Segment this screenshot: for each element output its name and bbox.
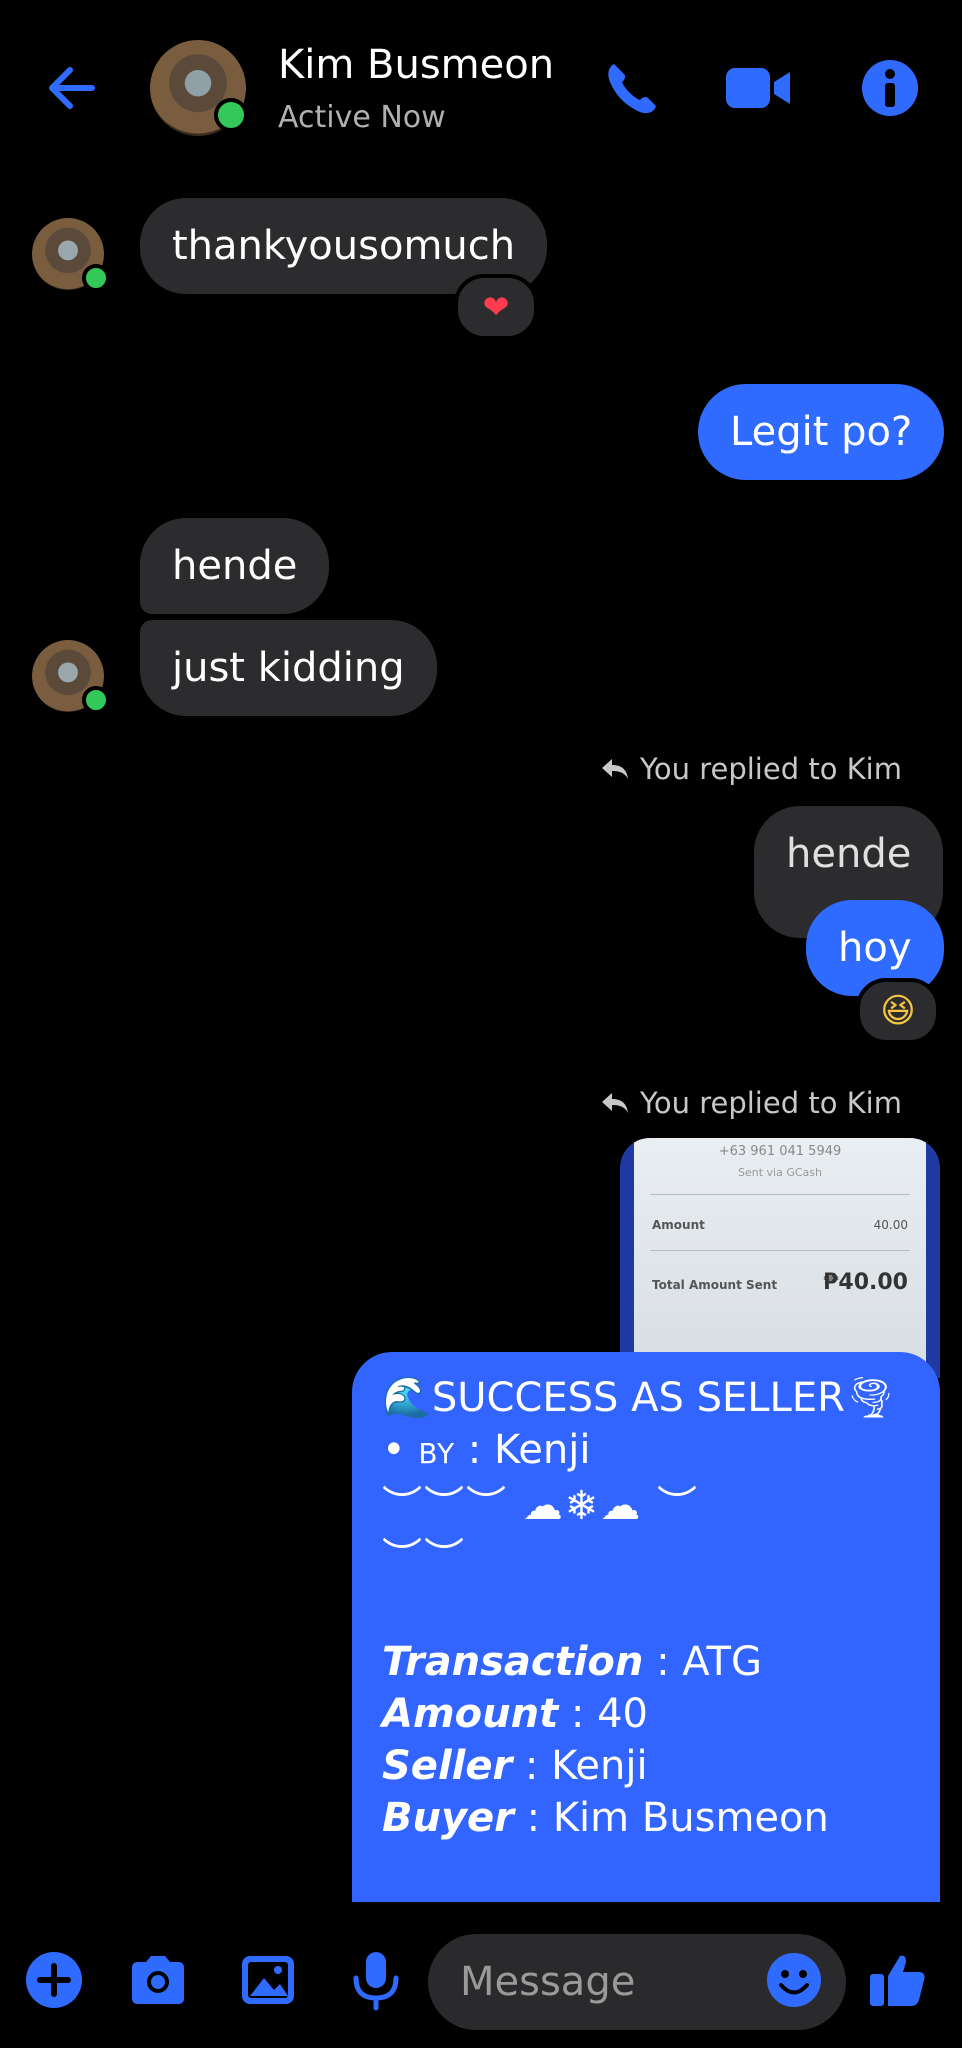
contact-avatar[interactable]: [150, 40, 248, 136]
transaction-value: : ATG: [643, 1639, 762, 1685]
seller-label: Seller: [382, 1743, 513, 1789]
phone-icon: [608, 64, 656, 114]
card-by-line: • BY : Kenji: [382, 1424, 910, 1480]
voice-message-button[interactable]: [344, 1948, 408, 2012]
card-decoration: ︶︶︶ ☁❄☁ ︶: [382, 1483, 699, 1529]
reply-label: You replied to Kim: [600, 1086, 902, 1120]
gallery-icon: [242, 1956, 294, 2004]
contact-status: Active Now: [278, 100, 446, 135]
card-by-value: : Kenji: [455, 1427, 591, 1473]
reply-label: You replied to Kim: [600, 752, 902, 786]
card-by-label: BY: [418, 1437, 456, 1470]
wave-emoji: 🌊: [382, 1375, 432, 1421]
card-transaction-line: Transaction : ATG: [382, 1636, 910, 1688]
seller-value: : Kenji: [512, 1743, 648, 1789]
transaction-label: Transaction: [382, 1639, 644, 1685]
divider: [650, 1194, 910, 1195]
online-indicator: [82, 686, 110, 714]
card-title: SUCCESS AS SELLER: [431, 1375, 845, 1421]
divider: [650, 1250, 910, 1251]
reply-label-text: You replied to Kim: [640, 752, 902, 786]
receipt-total-value: ₱40.00: [823, 1270, 908, 1295]
message-bubble-outgoing[interactable]: Legit po?: [698, 384, 945, 480]
info-button[interactable]: [858, 56, 922, 120]
video-icon: [726, 68, 790, 108]
buyer-value: : Kim Busmeon: [513, 1795, 829, 1841]
reply-icon: [602, 759, 628, 779]
tornado-emoji: 🌪: [844, 1375, 896, 1421]
contact-name[interactable]: Kim Busmeon: [278, 42, 554, 88]
quoted-image[interactable]: +63 961 041 5949 Sent via GCash Amount 4…: [620, 1138, 940, 1378]
contact-avatar-small[interactable]: [32, 218, 110, 292]
receipt-amount-label: Amount: [652, 1218, 705, 1232]
contact-avatar-small[interactable]: [32, 640, 110, 714]
camera-button[interactable]: [126, 1948, 190, 2012]
plus-icon: [26, 1952, 82, 2008]
amount-label: Amount: [382, 1691, 559, 1737]
amount-value: : 40: [558, 1691, 649, 1737]
emoji-button[interactable]: [764, 1950, 824, 2010]
heart-reaction[interactable]: ❤: [454, 274, 538, 340]
video-call-button[interactable]: [724, 56, 790, 120]
online-indicator: [214, 98, 248, 132]
more-actions-button[interactable]: [22, 1948, 86, 2012]
emoji-icon: [767, 1953, 821, 2007]
card-buyer-line: Buyer : Kim Busmeon: [382, 1792, 910, 1844]
like-button[interactable]: [866, 1948, 930, 2012]
reply-icon: [602, 1093, 628, 1113]
message-bubble-incoming[interactable]: just kidding: [140, 620, 437, 716]
receipt-sent-via: Sent via GCash: [738, 1166, 822, 1179]
reply-label-text: You replied to Kim: [640, 1086, 902, 1120]
back-button[interactable]: [40, 58, 110, 118]
laugh-reaction[interactable]: 😆: [856, 978, 940, 1044]
gallery-button[interactable]: [236, 1948, 300, 2012]
message-bubble-incoming[interactable]: hende: [140, 518, 330, 614]
info-icon: [862, 60, 918, 116]
receipt-amount-value: 40.00: [873, 1218, 908, 1232]
online-indicator: [82, 264, 110, 292]
buyer-label: Buyer: [382, 1795, 514, 1841]
seller-card-message[interactable]: 🌊SUCCESS AS SELLER🌪 • BY : Kenji ︶︶︶ ☁❄☁…: [352, 1352, 940, 1902]
call-button[interactable]: [600, 56, 664, 120]
thumbs-up-icon: [870, 1955, 925, 2006]
receipt-phone: +63 961 041 5949: [718, 1144, 842, 1159]
receipt-screenshot: +63 961 041 5949 Sent via GCash Amount 4…: [634, 1138, 926, 1378]
bullet: •: [382, 1427, 419, 1473]
back-arrow-icon: [49, 67, 95, 109]
card-amount-line: Amount : 40: [382, 1688, 910, 1740]
card-decoration: ︶︶: [382, 1535, 466, 1581]
card-seller-line: Seller : Kenji: [382, 1740, 910, 1792]
card-title-line: 🌊SUCCESS AS SELLER🌪: [382, 1372, 910, 1424]
camera-icon: [132, 1956, 184, 2004]
receipt-total-label: Total Amount Sent: [652, 1278, 778, 1292]
mic-icon: [353, 1952, 399, 2011]
